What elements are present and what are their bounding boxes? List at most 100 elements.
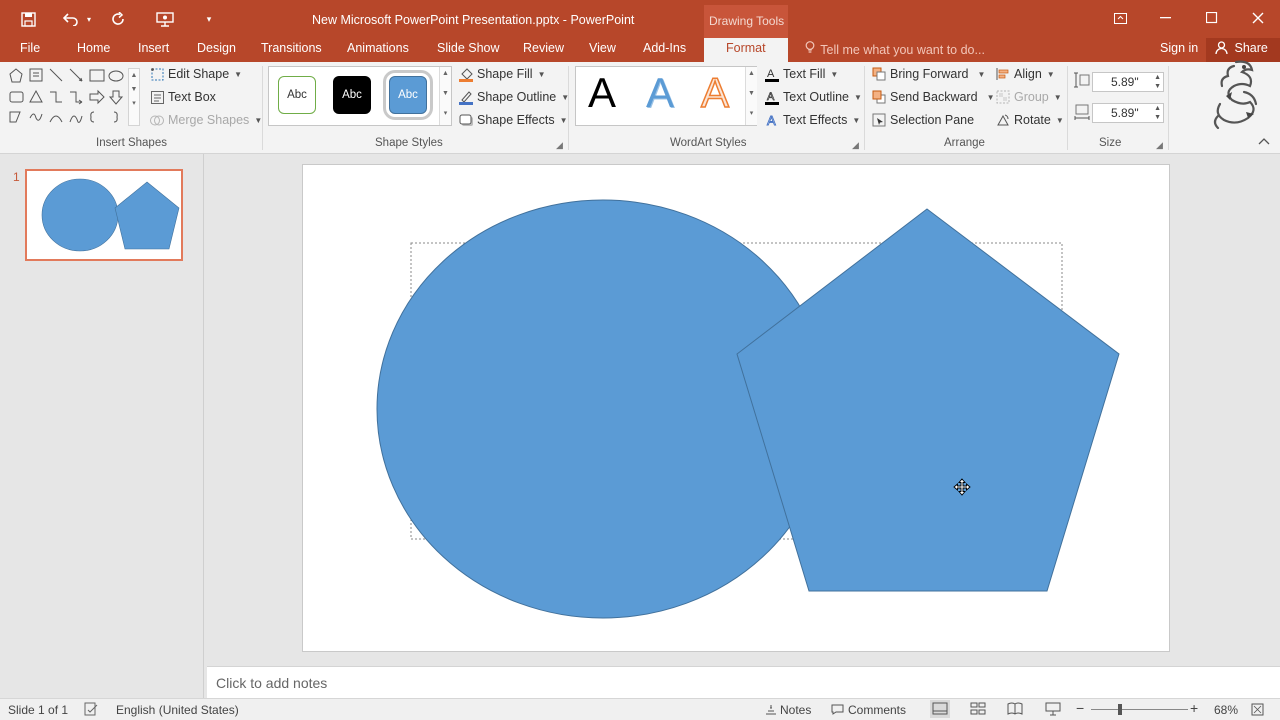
shape-width-input[interactable]: 5.89" ▲ ▼	[1092, 103, 1164, 123]
zoom-slider[interactable]	[1091, 704, 1188, 715]
normal-view-button[interactable]	[930, 700, 950, 718]
more-icon[interactable]: ▾	[129, 97, 139, 111]
pentagon-shape[interactable]	[736, 208, 1120, 592]
scroll-up-icon[interactable]: ▲	[440, 67, 451, 81]
notes-toggle[interactable]: Notes	[765, 703, 811, 718]
ribbon-display-options-icon[interactable]	[1100, 7, 1140, 29]
slide-thumbnail[interactable]	[25, 169, 183, 261]
tell-me-search[interactable]: Tell me what you want to do...	[805, 41, 985, 57]
tab-view[interactable]: View	[589, 41, 616, 55]
wordart-gallery-scroll[interactable]: ▲ ▼ ▾	[745, 67, 757, 125]
scroll-down-icon[interactable]: ▼	[129, 83, 139, 97]
shape-fill-label: Shape Fill	[477, 67, 533, 81]
close-icon[interactable]	[1238, 7, 1278, 29]
minimize-icon[interactable]	[1146, 7, 1186, 29]
more-icon[interactable]: ▾	[746, 107, 757, 121]
comment-icon	[831, 704, 848, 718]
tab-add-ins[interactable]: Add-Ins	[643, 41, 686, 55]
zoom-in-button[interactable]: +	[1190, 700, 1198, 716]
scroll-up-icon[interactable]: ▲	[129, 69, 139, 83]
tab-format[interactable]: Format	[704, 38, 788, 63]
notes-pane[interactable]: Click to add notes	[207, 666, 1280, 698]
style-thumb-outline[interactable]: Abc	[278, 76, 316, 114]
spelling-check-icon[interactable]	[84, 702, 98, 719]
edit-shape-button[interactable]: Edit Shape ▼	[150, 67, 242, 81]
scroll-down-icon[interactable]: ▼	[746, 87, 757, 101]
arrange-group-label: Arrange	[944, 137, 985, 149]
tab-file[interactable]: File	[20, 41, 40, 55]
zoom-out-button[interactable]: −	[1076, 700, 1084, 716]
shape-fill-button[interactable]: Shape Fill ▼	[459, 67, 546, 82]
shape-styles-gallery: Abc Abc Abc ▲ ▼ ▾	[268, 66, 452, 126]
width-spinner[interactable]: ▲ ▼	[1154, 104, 1161, 122]
redo-icon[interactable]	[108, 9, 128, 29]
chevron-down-icon: ▼	[559, 115, 568, 125]
reading-view-icon[interactable]	[1007, 702, 1023, 718]
selection-pane-label: Selection Pane	[890, 113, 975, 127]
group-button[interactable]: Group ▼	[996, 90, 1062, 104]
style-thumb-blue-selected[interactable]: Abc	[383, 70, 433, 120]
move-cursor-icon	[953, 478, 971, 496]
drawing-tools-context-label: Drawing Tools	[704, 5, 788, 38]
tab-animations[interactable]: Animations	[347, 41, 409, 55]
merge-shapes-button[interactable]: Merge Shapes ▼	[150, 113, 262, 127]
save-icon[interactable]	[18, 9, 38, 29]
align-button[interactable]: Align ▼	[996, 67, 1055, 81]
shapes-gallery-scroll[interactable]: ▲ ▼ ▾	[128, 68, 140, 126]
styles-gallery-scroll[interactable]: ▲ ▼ ▾	[439, 67, 451, 125]
more-icon[interactable]: ▾	[440, 107, 451, 121]
text-effects-button[interactable]: A Text Effects ▼	[765, 113, 861, 128]
undo-dropdown-icon[interactable]: ▾	[84, 9, 94, 29]
title-bar: ▾ ▾ New Microsoft PowerPoint Presentatio…	[0, 0, 1280, 38]
text-effects-label: Text Effects	[783, 113, 848, 127]
slide-sorter-view-icon[interactable]	[970, 702, 986, 718]
wordart-black[interactable]: A	[588, 69, 616, 117]
paint-bucket-icon	[459, 67, 473, 82]
collapse-ribbon-icon[interactable]	[1258, 136, 1270, 148]
slide-canvas[interactable]	[302, 164, 1170, 652]
present-from-start-icon[interactable]	[154, 9, 176, 29]
customize-qat-icon[interactable]: ▾	[202, 9, 216, 29]
text-box-icon	[150, 90, 164, 104]
bring-forward-button[interactable]: Bring Forward ▼	[872, 67, 985, 81]
tab-transitions[interactable]: Transitions	[261, 41, 322, 55]
wordart-dialog-launcher-icon[interactable]: ◢	[852, 140, 859, 151]
language-indicator[interactable]: English (United States)	[116, 703, 239, 717]
shape-height-input[interactable]: 5.89" ▲ ▼	[1092, 72, 1164, 92]
share-label: Share	[1234, 41, 1268, 55]
text-outline-button[interactable]: A Text Outline ▼	[765, 90, 862, 105]
text-outline-label: Text Outline	[783, 90, 850, 104]
size-dialog-launcher-icon[interactable]: ◢	[1156, 140, 1163, 151]
selection-pane-button[interactable]: Selection Pane	[872, 113, 974, 127]
sign-in-link[interactable]: Sign in	[1160, 41, 1198, 55]
scroll-up-icon[interactable]: ▲	[746, 67, 757, 81]
wordart-blue[interactable]: A	[646, 69, 674, 117]
slide-show-view-icon[interactable]	[1045, 702, 1061, 719]
fit-slide-icon[interactable]	[1251, 703, 1264, 719]
shape-effects-button[interactable]: Shape Effects ▼	[459, 113, 568, 127]
comments-toggle[interactable]: Comments	[831, 703, 906, 718]
shape-styles-dialog-launcher-icon[interactable]: ◢	[556, 140, 563, 151]
text-fill-button[interactable]: A Text Fill ▼	[765, 67, 838, 82]
scroll-down-icon[interactable]: ▼	[440, 87, 451, 101]
text-fill-icon: A	[765, 67, 779, 82]
maximize-icon[interactable]	[1192, 7, 1232, 29]
chevron-down-icon: ▼	[1055, 115, 1064, 125]
tab-home[interactable]: Home	[77, 41, 110, 55]
wordart-orange-outline[interactable]: A	[700, 68, 730, 117]
send-backward-label: Send Backward	[890, 90, 978, 104]
send-backward-button[interactable]: Send Backward ▼	[872, 90, 994, 104]
text-box-button[interactable]: Text Box	[150, 90, 216, 104]
tab-insert[interactable]: Insert	[138, 41, 169, 55]
undo-icon[interactable]	[60, 9, 82, 29]
rotate-button[interactable]: Rotate ▼	[996, 113, 1064, 127]
tab-slide-show[interactable]: Slide Show	[437, 41, 500, 55]
style-thumb-black[interactable]: Abc	[333, 76, 371, 114]
shapes-gallery[interactable]	[6, 66, 142, 128]
height-spinner[interactable]: ▲ ▼	[1154, 73, 1161, 91]
zoom-slider-thumb[interactable]	[1118, 704, 1122, 715]
zoom-level[interactable]: 68%	[1214, 703, 1238, 717]
tab-design[interactable]: Design	[197, 41, 236, 55]
shape-outline-button[interactable]: Shape Outline ▼	[459, 90, 569, 105]
tab-review[interactable]: Review	[523, 41, 564, 55]
